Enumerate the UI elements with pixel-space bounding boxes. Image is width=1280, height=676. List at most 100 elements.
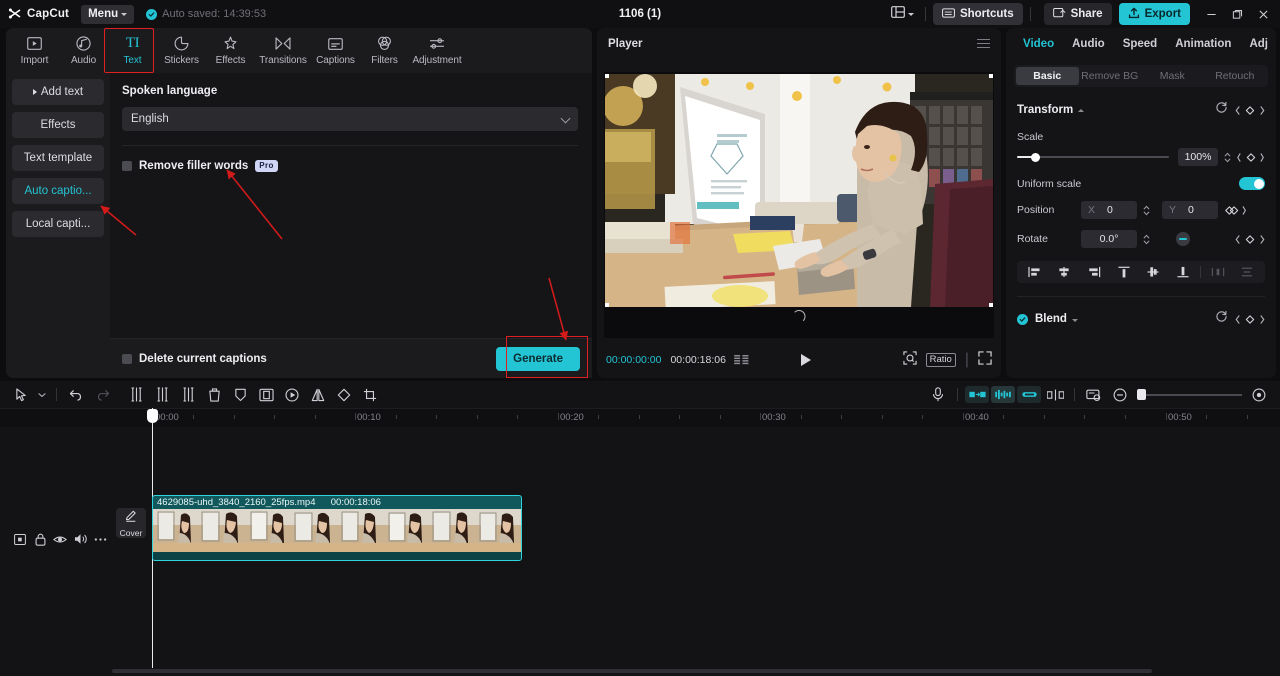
redo-icon[interactable] xyxy=(89,384,115,406)
split-track-icon[interactable] xyxy=(1042,384,1068,406)
crop-handle-tr[interactable] xyxy=(989,74,993,78)
chevron-up-icon[interactable] xyxy=(1078,108,1085,112)
export-button[interactable]: Export xyxy=(1118,3,1190,25)
sidebar-item-add-text[interactable]: Add text xyxy=(12,79,104,105)
subtab-mask[interactable]: Mask xyxy=(1141,67,1204,85)
freeze-icon[interactable] xyxy=(253,384,279,406)
delete-current-captions-checkbox[interactable] xyxy=(122,353,132,364)
select-dropdown-icon[interactable] xyxy=(34,384,50,406)
zoom-out-icon[interactable] xyxy=(1107,384,1133,406)
reset-icon[interactable] xyxy=(1215,310,1228,328)
restore-button[interactable] xyxy=(1224,3,1250,25)
scale-slider[interactable] xyxy=(1017,150,1169,164)
position-keyframe[interactable] xyxy=(1221,205,1247,216)
sidebar-item-auto-captions[interactable]: Auto captio... xyxy=(12,178,104,204)
align-center-vertical-icon[interactable] xyxy=(1139,266,1169,278)
menu-button[interactable]: Menu xyxy=(81,4,135,24)
scale-keyframe[interactable] xyxy=(1237,152,1265,163)
crop-handle-br[interactable] xyxy=(989,303,993,307)
ratio-button[interactable]: Ratio xyxy=(925,353,956,367)
sidebar-item-effects[interactable]: Effects xyxy=(12,112,104,138)
tab-audio[interactable]: Audio xyxy=(1063,38,1114,50)
split-icon[interactable] xyxy=(123,384,149,406)
hamburger-icon[interactable] xyxy=(977,38,990,49)
toolbar-item-transitions[interactable]: Transitions xyxy=(255,29,311,72)
keyframe-icon[interactable] xyxy=(990,384,1016,406)
crop-handle-bl[interactable] xyxy=(605,303,609,307)
microphone-icon[interactable] xyxy=(925,384,951,406)
toolbar-item-adjustment[interactable]: Adjustment xyxy=(409,29,465,72)
position-y-field[interactable]: Y 0 xyxy=(1162,201,1218,219)
position-x-stepper[interactable] xyxy=(1141,204,1152,217)
layout-button[interactable] xyxy=(887,3,918,25)
frames-icon[interactable] xyxy=(734,354,749,366)
scale-value[interactable]: 100% xyxy=(1178,148,1218,166)
toolbar-item-effects[interactable]: Effects xyxy=(206,29,255,72)
align-right-icon[interactable] xyxy=(1079,266,1109,278)
timeline-ruler[interactable]: 00:00 00:10 00:20 00:30 00:40 00:50 xyxy=(0,408,1280,427)
sidebar-item-text-template[interactable]: Text template xyxy=(12,145,104,171)
zoom-in-icon[interactable] xyxy=(1246,384,1272,406)
scale-stepper[interactable] xyxy=(1222,151,1233,164)
toolbar-item-captions[interactable]: Captions xyxy=(311,29,360,72)
keyframe-control[interactable] xyxy=(1235,105,1265,116)
minimize-button[interactable] xyxy=(1198,3,1224,25)
remove-filler-words-row[interactable]: Remove filler words Pro xyxy=(122,160,578,172)
chevron-down-icon[interactable] xyxy=(1071,319,1078,322)
shortcuts-button[interactable]: Shortcuts xyxy=(932,3,1023,25)
play-button[interactable] xyxy=(800,354,811,366)
align-left-icon[interactable] xyxy=(1020,266,1050,278)
toolbar-item-filters[interactable]: Filters xyxy=(360,29,409,72)
sidebar-item-local-captions[interactable]: Local capti... xyxy=(12,211,104,237)
link-icon[interactable] xyxy=(1016,384,1042,406)
more-icon[interactable] xyxy=(90,529,110,549)
auto-cut-icon[interactable] xyxy=(964,384,990,406)
eye-icon[interactable] xyxy=(50,529,70,549)
align-bottom-icon[interactable] xyxy=(1168,266,1198,278)
toolbar-item-import[interactable]: Import xyxy=(10,29,59,72)
mirror-icon[interactable] xyxy=(305,384,331,406)
speed-icon[interactable] xyxy=(279,384,305,406)
volume-icon[interactable] xyxy=(70,529,90,549)
language-select[interactable]: English xyxy=(122,107,578,131)
align-center-horizontal-icon[interactable] xyxy=(1050,266,1080,278)
track-type-icon[interactable] xyxy=(10,529,30,549)
remove-filler-words-checkbox[interactable] xyxy=(122,161,132,171)
cover-button[interactable]: Cover xyxy=(116,508,146,538)
rotate-dial[interactable] xyxy=(1176,232,1190,246)
fullscreen-icon[interactable] xyxy=(978,350,992,370)
rotate-keyframe[interactable] xyxy=(1235,234,1265,245)
lock-icon[interactable] xyxy=(30,529,50,549)
subtab-retouch[interactable]: Retouch xyxy=(1204,67,1267,85)
snapshot-icon[interactable] xyxy=(903,350,917,370)
tab-animation[interactable]: Animation xyxy=(1166,38,1240,50)
position-x-field[interactable]: X 0 xyxy=(1081,201,1137,219)
crop-icon[interactable] xyxy=(357,384,383,406)
close-button[interactable] xyxy=(1250,3,1276,25)
timeline-clip[interactable]: 4629085-uhd_3840_2160_25fps.mp4 00:00:18… xyxy=(152,495,522,561)
rotate-icon[interactable] xyxy=(331,384,357,406)
trim-left-icon[interactable] xyxy=(149,384,175,406)
crop-handle-tl[interactable] xyxy=(605,74,609,78)
blend-keyframe[interactable] xyxy=(1235,314,1265,325)
tab-adjustment[interactable]: Adju xyxy=(1240,38,1268,50)
reset-icon[interactable] xyxy=(1215,101,1228,119)
undo-icon[interactable] xyxy=(63,384,89,406)
tab-speed[interactable]: Speed xyxy=(1114,38,1167,50)
select-icon[interactable] xyxy=(8,384,34,406)
trim-right-icon[interactable] xyxy=(175,384,201,406)
distribute-horizontal-icon[interactable] xyxy=(1203,266,1233,278)
align-top-icon[interactable] xyxy=(1109,266,1139,278)
distribute-vertical-icon[interactable] xyxy=(1232,266,1262,278)
blend-checkbox[interactable] xyxy=(1017,313,1028,325)
toolbar-item-stickers[interactable]: Stickers xyxy=(157,29,206,72)
subtab-remove-bg[interactable]: Remove BG xyxy=(1079,67,1142,85)
toolbar-item-text[interactable]: TI Text xyxy=(108,29,157,72)
marker-icon[interactable] xyxy=(227,384,253,406)
share-button[interactable]: Share xyxy=(1043,3,1112,25)
video-preview[interactable] xyxy=(605,74,993,307)
preview-icon[interactable] xyxy=(1081,384,1107,406)
timeline-zoom-slider[interactable] xyxy=(1137,388,1242,402)
tab-video[interactable]: Video xyxy=(1014,38,1063,50)
playhead-handle[interactable] xyxy=(147,409,158,423)
